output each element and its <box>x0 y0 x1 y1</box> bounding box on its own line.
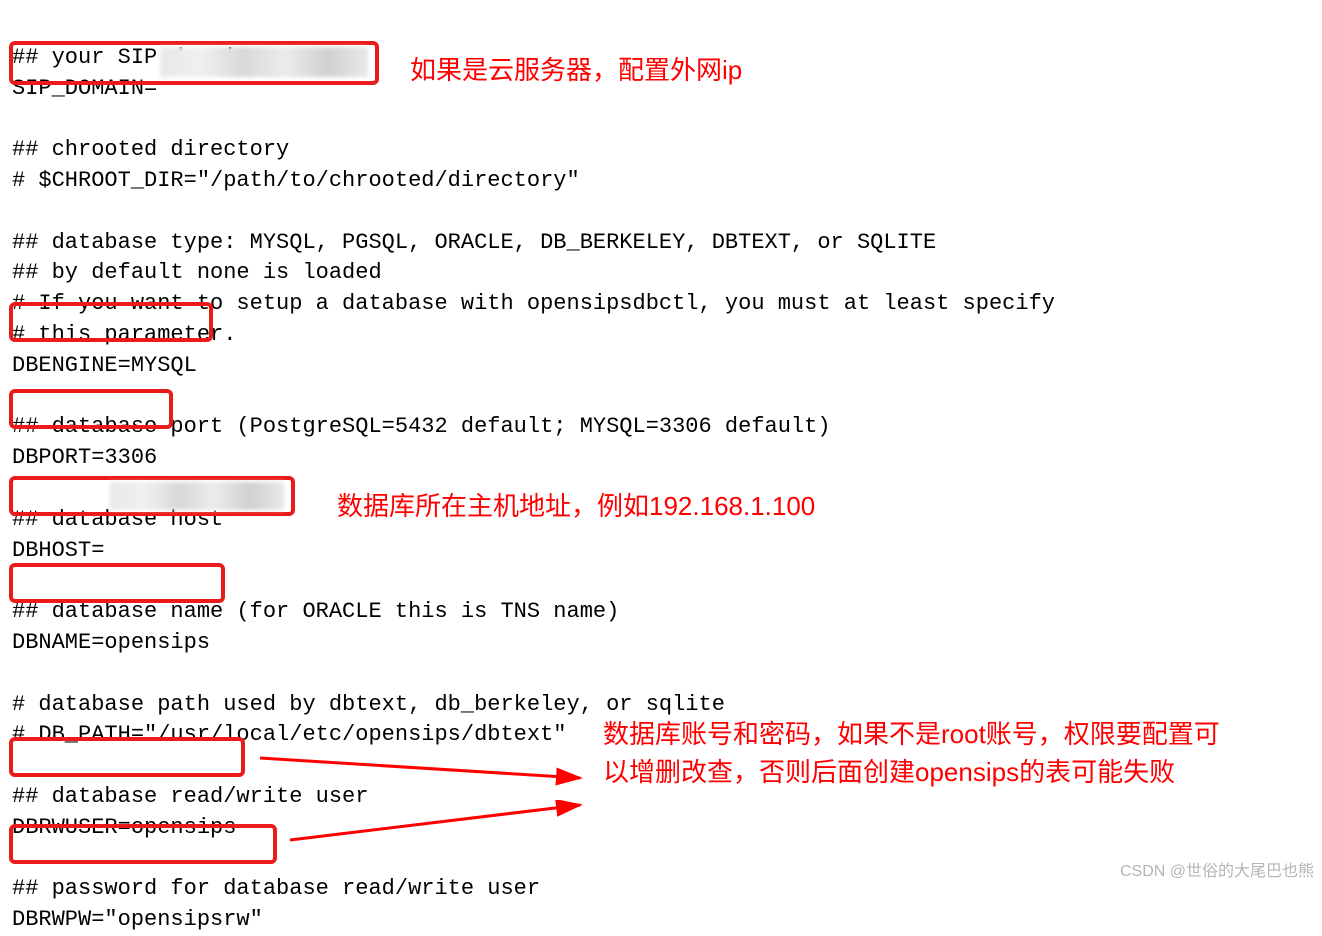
annotation-sip: 如果是云服务器，配置外网ip <box>410 52 742 88</box>
code-line: # $CHROOT_DIR="/path/to/chrooted/directo… <box>12 168 580 193</box>
code-line: ## database host <box>12 507 223 532</box>
code-line: ## database name (for ORACLE this is TNS… <box>12 599 619 624</box>
code-line: DBHOST= <box>12 538 104 563</box>
code-line: DBRWUSER=opensips <box>12 815 236 840</box>
code-line: ## password for database read/write user <box>12 876 540 901</box>
code-line: ## chrooted directory <box>12 137 289 162</box>
code-line: # database path used by dbtext, db_berke… <box>12 692 725 717</box>
code-line: SIP_DOMAIN= <box>12 76 157 101</box>
code-line: DBENGINE=MYSQL <box>12 353 197 378</box>
annotation-dbrw: 数据库账号和密码，如果不是root账号，权限要配置可以增删改查，否则后面创建op… <box>603 716 1243 791</box>
code-line: # If you want to setup a database with o… <box>12 291 1055 316</box>
code-line: ## by default none is loaded <box>12 260 382 285</box>
code-line: ## your SIP domain <box>12 45 250 70</box>
code-line: DBRWPW="opensipsrw" <box>12 907 263 932</box>
code-line: DBNAME=opensips <box>12 630 210 655</box>
code-line: ## database read/write user <box>12 784 368 809</box>
annotation-dbhost: 数据库所在主机地址，例如192.168.1.100 <box>337 488 815 524</box>
code-line: # DB_PATH="/usr/local/etc/opensips/dbtex… <box>12 722 567 747</box>
code-line: ## database port (PostgreSQL=5432 defaul… <box>12 414 831 439</box>
code-line: DBPORT=3306 <box>12 445 157 470</box>
config-code-block: ## your SIP domain SIP_DOMAIN= ## chroot… <box>12 12 1310 936</box>
code-line: # this parameter. <box>12 322 236 347</box>
code-line: ## database type: MYSQL, PGSQL, ORACLE, … <box>12 230 936 255</box>
watermark: CSDN @世俗的大尾巴也熊 <box>1120 861 1314 883</box>
